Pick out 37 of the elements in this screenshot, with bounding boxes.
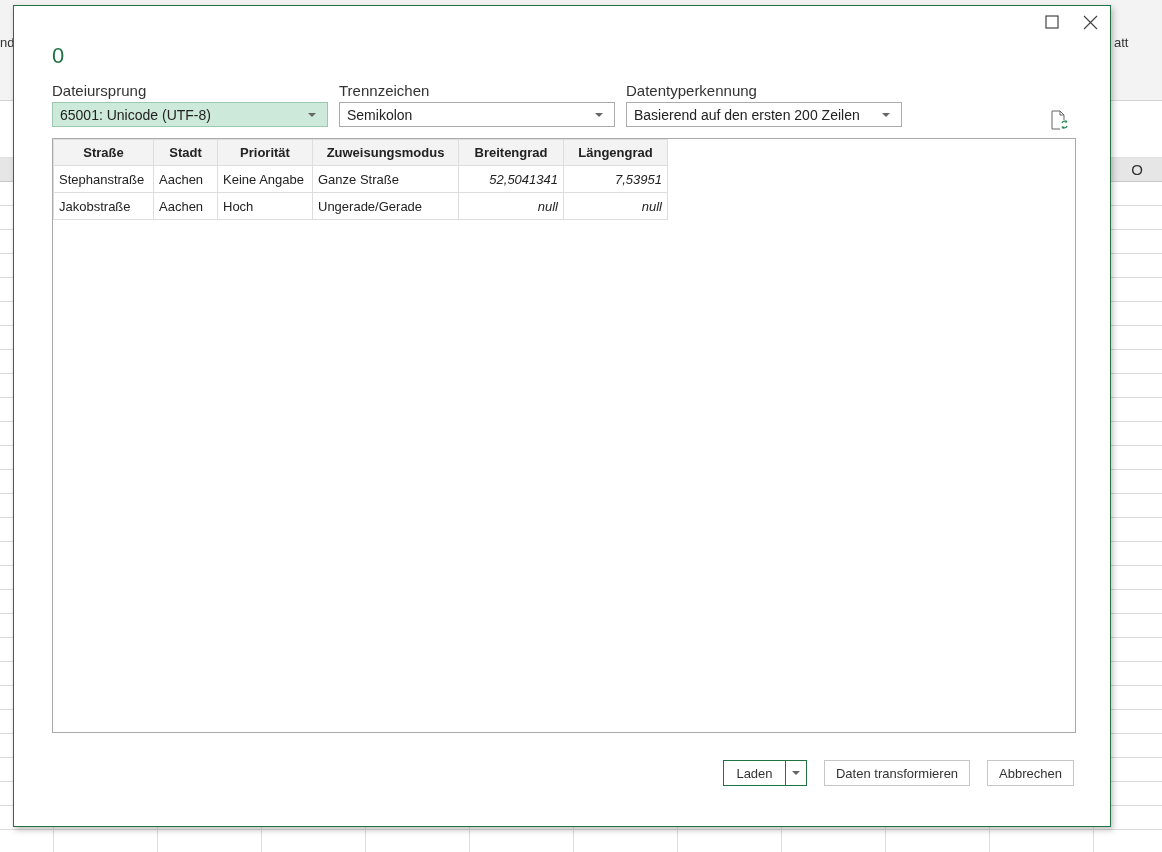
table-cell: Ganze Straße: [312, 165, 459, 193]
field-label: Trennzeichen: [339, 82, 431, 99]
table-cell: 52,5041341: [458, 165, 564, 193]
table-cell: Ungerade/Gerade: [312, 192, 459, 220]
field-label: Dateiursprung: [52, 82, 148, 99]
column-header: Stadt: [153, 139, 218, 166]
field-label: Datentyperkennung: [626, 82, 758, 99]
table-cell: null: [563, 192, 668, 220]
column-header[interactable]: O: [1112, 158, 1162, 181]
dropdown[interactable]: Basierend auf den ersten 200 Zeilen: [626, 102, 902, 127]
column-header: Breitengrad: [458, 139, 564, 166]
table-cell: 7,53951: [563, 165, 668, 193]
maximize-icon[interactable]: [1045, 15, 1059, 29]
table-cell: Aachen: [153, 192, 218, 220]
table-cell: Stephanstraße: [53, 165, 154, 193]
dialog-button[interactable]: Daten transformieren: [824, 760, 971, 786]
table-cell: Aachen: [153, 165, 218, 193]
dropdown[interactable]: 65001: Unicode (UTF-8): [52, 102, 328, 127]
column-header: Priorität: [217, 139, 313, 166]
caret-icon: [308, 112, 316, 117]
caret-icon: [595, 112, 603, 117]
column-header: Straße: [53, 139, 154, 166]
dialog-button[interactable]: Abbrechen: [987, 760, 1074, 786]
table-cell: null: [458, 192, 564, 220]
column-header: Längengrad: [563, 139, 668, 166]
refresh-document-icon[interactable]: [1051, 110, 1069, 130]
caret-icon: [882, 112, 890, 117]
dropdown[interactable]: Semikolon: [339, 102, 615, 127]
close-icon[interactable]: [1083, 15, 1098, 30]
table-cell: Keine Angabe: [217, 165, 313, 193]
column-header: Zuweisungsmodus: [312, 139, 459, 166]
table-cell: Jakobstraße: [53, 192, 154, 220]
dialog-title: 0: [52, 44, 66, 68]
caret-icon[interactable]: [792, 771, 800, 775]
ribbon-label[interactable]: att: [1114, 35, 1129, 50]
table-cell: Hoch: [217, 192, 313, 220]
split-button[interactable]: Laden: [723, 760, 807, 786]
